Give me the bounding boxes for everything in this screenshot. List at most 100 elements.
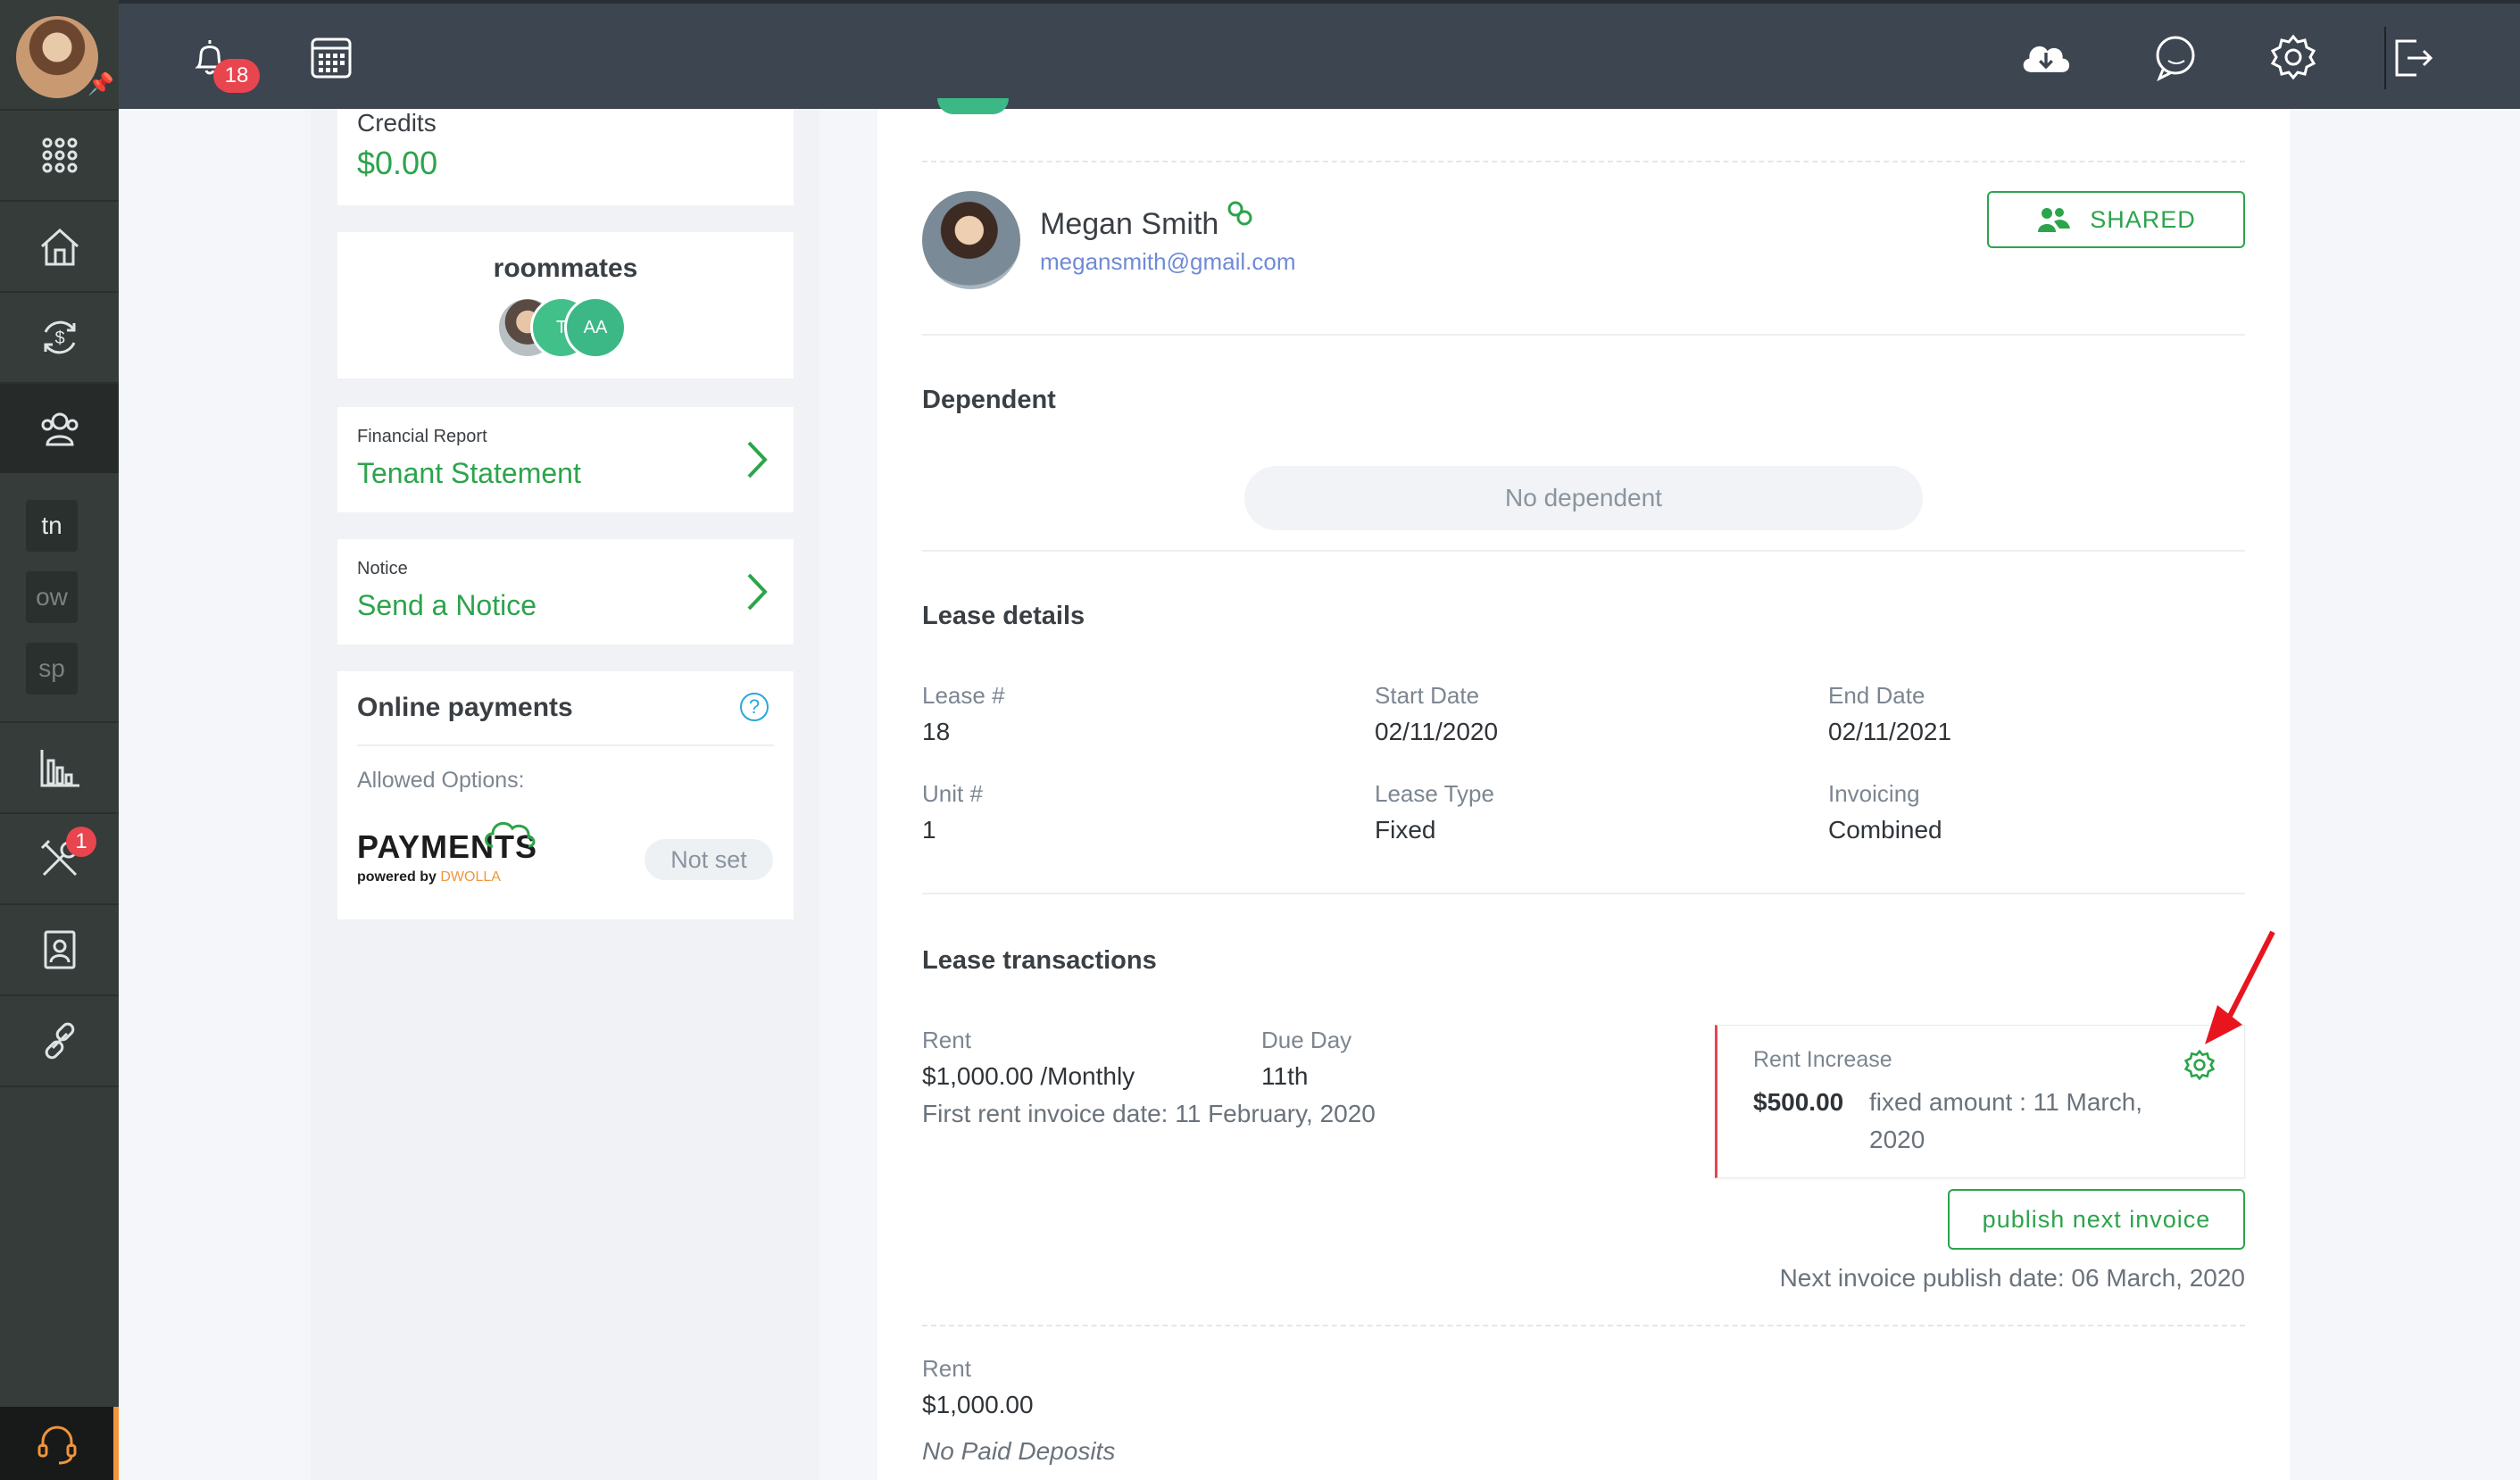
headset-icon <box>37 1426 76 1465</box>
status-badge: Not set <box>645 839 773 880</box>
notice-label: Notice <box>357 559 408 578</box>
workspace-tag-label: ow <box>36 583 68 611</box>
end-date-label: End Date <box>1828 682 1925 709</box>
link-icon[interactable] <box>1225 198 1255 229</box>
integrations-icon[interactable] <box>0 996 119 1085</box>
due-day-label: Due Day <box>1261 1027 1352 1053</box>
lease-number-value: 18 <box>922 718 951 745</box>
credits-label: Credits <box>357 109 437 137</box>
empty-dependent: No dependent <box>1244 466 1923 530</box>
online-payments-card: Online payments ? Allowed Options: PAYME… <box>337 671 794 919</box>
logout-icon[interactable] <box>2384 29 2441 86</box>
tenants-icon[interactable] <box>0 384 119 473</box>
top-bar: 18 <box>119 0 2520 109</box>
rent-increase-label: Rent Increase <box>1753 1047 1892 1072</box>
allowed-options-label: Allowed Options: <box>357 768 525 793</box>
chat-icon[interactable] <box>2147 29 2204 86</box>
roommates-title: roommates <box>493 254 638 283</box>
maintenance-icon[interactable] <box>0 814 119 903</box>
gear-icon[interactable] <box>2183 1049 2216 1081</box>
tenant-statement-link[interactable]: Tenant Statement <box>357 457 581 490</box>
dwolla-text: DWOLLA <box>440 869 501 885</box>
roommates-card: roommates T AA <box>337 232 794 378</box>
sidebar: 📌 $ tn ow sp 1 <box>0 0 119 1480</box>
avatar <box>937 98 1009 114</box>
start-date-value: 02/11/2020 <box>1375 718 1499 745</box>
online-payments-title: Online payments <box>357 693 573 722</box>
cloud-icon <box>485 821 536 848</box>
lease-type-label: Lease Type <box>1375 780 1494 807</box>
rent-increase-amount: $500.00 <box>1753 1088 1844 1116</box>
reports-icon[interactable] <box>0 723 119 812</box>
end-date-value: 02/11/2021 <box>1828 718 1952 745</box>
lease-transactions-title: Lease transactions <box>922 946 1157 975</box>
tenant-email[interactable]: megansmith@gmail.com <box>1040 248 1295 276</box>
lease-type-value: Fixed <box>1375 816 1436 844</box>
invoicing-value: Combined <box>1828 816 1942 844</box>
rent-increase-desc: fixed amount : 11 March, <box>1869 1088 2143 1116</box>
pin-icon[interactable]: 📌 <box>87 71 114 97</box>
credits-card: Credits $0.00 <box>337 109 794 205</box>
dependent-title: Dependent <box>922 386 1056 414</box>
workspace-tag-label: sp <box>38 654 65 682</box>
powered-by-text: powered by <box>357 869 437 885</box>
next-invoice-publish-date: Next invoice publish date: 06 March, 202… <box>1779 1264 2245 1292</box>
no-paid-deposits: No Paid Deposits <box>922 1437 1116 1465</box>
notice-card[interactable]: Notice Send a Notice <box>337 539 794 644</box>
lease-number-label: Lease # <box>922 682 1005 709</box>
section-divider <box>922 893 2245 894</box>
tenant-avatar[interactable] <box>922 191 1020 289</box>
rent-value: $1,000.00 /Monthly <box>922 1062 1135 1090</box>
first-invoice-date: First rent invoice date: 11 February, 20… <box>922 1100 1376 1127</box>
rent-increase-card: Rent Increase $500.00 fixed amount : 11 … <box>1715 1025 2245 1178</box>
card-divider <box>357 744 774 746</box>
calendar-icon[interactable] <box>303 29 360 86</box>
payments-icon[interactable]: $ <box>0 293 119 382</box>
section-divider <box>922 1325 2245 1326</box>
sidebar-divider <box>0 1085 119 1087</box>
section-divider <box>922 334 2245 336</box>
invoicing-label: Invoicing <box>1828 780 1920 807</box>
workspace-tag-tn[interactable]: tn <box>26 500 78 552</box>
help-icon[interactable]: ? <box>740 693 769 721</box>
financial-report-card[interactable]: Financial Report Tenant Statement <box>337 407 794 512</box>
support-button[interactable] <box>0 1407 119 1480</box>
chevron-right-icon <box>747 441 768 478</box>
publish-next-invoice-button[interactable]: publish next invoice <box>1948 1189 2245 1250</box>
cloud-download-icon[interactable] <box>2017 29 2075 86</box>
due-day-value: 11th <box>1261 1062 1309 1090</box>
notification-badge: 18 <box>213 59 260 93</box>
credits-value: $0.00 <box>357 145 438 181</box>
properties-icon[interactable] <box>0 202 119 291</box>
svg-text:$: $ <box>54 328 64 348</box>
workspace-tag-sp[interactable]: sp <box>26 643 78 694</box>
annotation-arrow-icon <box>2205 930 2275 1044</box>
user-avatar[interactable] <box>16 16 98 98</box>
tenant-name: Megan Smith <box>1040 207 1219 241</box>
shared-label: SHARED <box>2090 205 2196 233</box>
section-divider <box>922 161 2245 162</box>
deposit-rent-label: Rent <box>922 1355 971 1382</box>
send-notice-link[interactable]: Send a Notice <box>357 589 536 622</box>
maintenance-badge: 1 <box>66 827 96 857</box>
unit-label: Unit # <box>922 780 983 807</box>
apps-grid-icon[interactable] <box>0 111 119 200</box>
rent-increase-desc-year: 2020 <box>1869 1126 1925 1153</box>
section-divider <box>922 550 2245 552</box>
start-date-label: Start Date <box>1375 682 1480 709</box>
rent-label: Rent <box>922 1027 971 1053</box>
lease-details-title: Lease details <box>922 602 1085 630</box>
powered-by: powered by DWOLLA <box>357 869 501 886</box>
workspace-tag-ow[interactable]: ow <box>26 571 78 623</box>
roommate-initials: AA <box>583 317 608 337</box>
chevron-right-icon <box>747 573 768 611</box>
documents-icon[interactable] <box>0 905 119 994</box>
roommate-avatar[interactable]: AA <box>564 296 627 359</box>
gear-icon[interactable] <box>2265 29 2322 86</box>
deposit-rent-value: $1,000.00 <box>922 1391 1034 1418</box>
shared-button[interactable]: SHARED <box>1987 191 2245 248</box>
unit-value: 1 <box>922 816 936 844</box>
users-icon <box>2038 208 2071 232</box>
workspace-tag-label: tn <box>41 511 62 539</box>
financial-report-label: Financial Report <box>357 427 487 446</box>
